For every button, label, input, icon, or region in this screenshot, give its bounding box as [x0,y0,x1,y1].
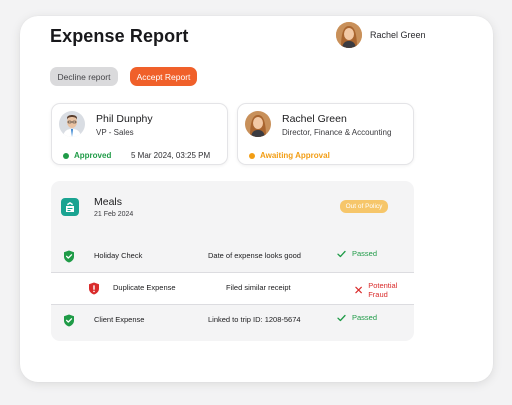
check-detail: Linked to trip ID: 1208-5674 [208,315,301,324]
check-name: Client Expense [94,315,145,324]
shield-check-icon [64,314,74,327]
decline-report-button[interactable]: Decline report [50,67,118,86]
check-detail: Date of expense looks good [208,251,301,260]
check-name: Holiday Check [94,251,143,260]
avatar [336,22,362,48]
table-row: Duplicate Expense Filed similar receipt … [51,273,414,304]
table-row: Holiday Check Date of expense looks good… [51,241,414,272]
expense-date: 21 Feb 2024 [94,211,134,218]
check-result: Passed [337,249,377,258]
check-name: Duplicate Expense [113,283,176,292]
status-badge: Approved [63,151,111,160]
status-dot-icon [249,152,255,159]
check-result: Passed [337,313,377,322]
status-badge: Awaiting Approval [249,151,330,160]
approver-name: Phil Dunphy [96,113,153,125]
meal-icon [61,198,79,216]
check-icon [337,314,346,321]
rachel-avatar-icon [336,22,362,48]
table-row: Client Expense Linked to trip ID: 1208-5… [51,305,414,336]
receipt-icon [66,202,74,212]
result-text: Passed [352,249,378,258]
expense-item-panel[interactable]: Meals 21 Feb 2024 Out of Policy Holiday … [51,181,414,341]
out-of-policy-badge: Out of Policy [340,200,388,213]
expense-category: Meals [94,196,123,208]
approval-date: 5 Mar 2024, 03:25 PM [131,151,211,160]
close-icon [355,286,362,294]
approver-card-phil[interactable]: Phil Dunphy VP - Sales Approved 5 Mar 20… [51,103,228,165]
approver-card-rachel[interactable]: Rachel Green Director, Finance & Account… [237,103,414,165]
approver-role: Director, Finance & Accounting [282,128,392,137]
result-text: Passed [352,313,378,322]
status-text: Awaiting Approval [260,151,330,160]
status-text: Approved [74,151,112,160]
result-text: Potential Fraud [368,281,398,299]
user-name: Rachel Green [370,30,426,40]
check-icon [337,250,346,257]
avatar [245,111,271,137]
page-title: Expense Report [50,26,189,46]
check-detail: Filed similar receipt [226,283,291,292]
status-dot-icon [63,152,69,159]
current-user[interactable]: Rachel Green [336,22,426,48]
approver-name: Rachel Green [282,113,347,125]
approver-role: VP - Sales [96,128,134,137]
check-result: Potential Fraud [355,281,414,299]
shield-alert-icon [89,282,99,295]
shield-check-icon [64,250,74,263]
phil-avatar-icon [59,111,85,137]
rachel-avatar-icon [245,111,271,137]
avatar [59,111,85,137]
accept-report-button[interactable]: Accept Report [130,67,197,86]
